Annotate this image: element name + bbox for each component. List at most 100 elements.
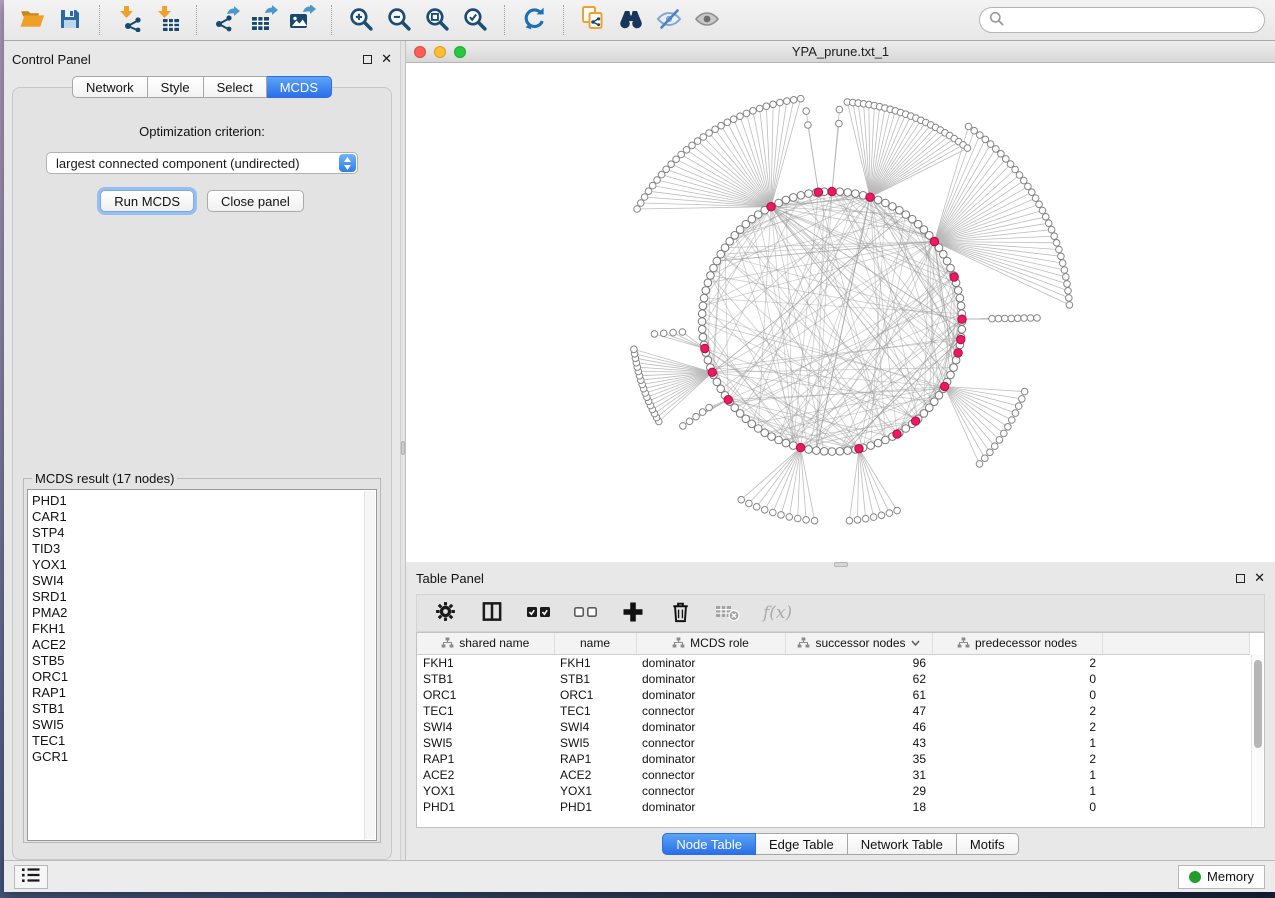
close-panel-button[interactable]: Close panel — [207, 190, 304, 212]
function-builder-button[interactable]: f(x) — [760, 599, 800, 627]
table-cell[interactable]: 1 — [932, 783, 1102, 799]
table-row[interactable]: PHD1PHD1dominator180 — [417, 799, 1250, 815]
table-cell[interactable]: SWI5 — [417, 735, 554, 751]
table-cell[interactable]: YOX1 — [554, 783, 636, 799]
list-item[interactable]: FKH1 — [32, 621, 362, 637]
list-item[interactable]: PHD1 — [32, 493, 362, 509]
list-item[interactable]: SRD1 — [32, 589, 362, 605]
add-column-button[interactable] — [619, 599, 647, 627]
float-panel-icon[interactable] — [363, 55, 372, 64]
table-cell[interactable]: FKH1 — [417, 654, 554, 671]
table-cell[interactable]: 0 — [932, 671, 1102, 687]
task-history-button[interactable] — [14, 865, 48, 889]
scrollbar-thumb[interactable] — [1254, 660, 1262, 748]
network-copy-button[interactable] — [575, 3, 611, 37]
table-scrollbar[interactable] — [1251, 655, 1263, 826]
table-cell[interactable]: connector — [636, 735, 785, 751]
table-cell[interactable]: dominator — [636, 687, 785, 703]
run-mcds-button[interactable]: Run MCDS — [100, 190, 194, 212]
table-row[interactable]: TEC1TEC1connector472 — [417, 703, 1250, 719]
tab-network-table[interactable]: Network Table — [848, 833, 957, 855]
search-neighbors-button[interactable] — [613, 3, 649, 37]
table-cell[interactable]: 47 — [785, 703, 932, 719]
zoom-out-button[interactable] — [381, 3, 417, 37]
zoom-selected-button[interactable] — [457, 3, 493, 37]
export-image-button[interactable] — [284, 3, 320, 37]
list-item[interactable]: SWI5 — [32, 717, 362, 733]
column-header-predecessor-nodes[interactable]: predecessor nodes — [932, 633, 1102, 654]
table-cell[interactable]: SWI4 — [554, 719, 636, 735]
table-cell[interactable]: 62 — [785, 671, 932, 687]
table-cell[interactable]: 46 — [785, 719, 932, 735]
table-cell[interactable]: 2 — [932, 703, 1102, 719]
table-cell[interactable]: connector — [636, 767, 785, 783]
table-row[interactable]: SWI5SWI5connector431 — [417, 735, 1250, 751]
table-cell[interactable]: 1 — [932, 735, 1102, 751]
table-cell[interactable]: ACE2 — [417, 767, 554, 783]
delete-table-button[interactable] — [713, 599, 741, 627]
tab-motifs[interactable]: Motifs — [957, 833, 1019, 855]
tab-node-table[interactable]: Node Table — [662, 833, 756, 855]
table-cell[interactable]: dominator — [636, 799, 785, 815]
table-cell[interactable]: ORC1 — [554, 687, 636, 703]
splitter-grip[interactable] — [401, 441, 405, 455]
list-item[interactable]: TID3 — [32, 541, 362, 557]
table-settings-button[interactable] — [431, 599, 459, 627]
list-item[interactable]: STB5 — [32, 653, 362, 669]
table-cell[interactable]: dominator — [636, 751, 785, 767]
table-cell[interactable]: FKH1 — [554, 654, 636, 671]
table-cell[interactable]: PHD1 — [554, 799, 636, 815]
show-column-button[interactable] — [478, 599, 506, 627]
float-panel-icon[interactable] — [1236, 574, 1245, 583]
criterion-select[interactable]: largest connected component (undirected) — [46, 152, 358, 174]
table-cell[interactable]: connector — [636, 783, 785, 799]
zoom-in-button[interactable] — [343, 3, 379, 37]
list-item[interactable]: SWI4 — [32, 573, 362, 589]
table-cell[interactable]: 35 — [785, 751, 932, 767]
column-header-name[interactable]: name — [554, 633, 636, 654]
list-item[interactable]: ORC1 — [32, 669, 362, 685]
table-row[interactable]: FKH1FKH1dominator962 — [417, 654, 1250, 671]
table-row[interactable]: STB1STB1dominator620 — [417, 671, 1250, 687]
open-file-button[interactable] — [14, 3, 50, 37]
list-item[interactable]: RAP1 — [32, 685, 362, 701]
maximize-window-icon[interactable] — [454, 46, 466, 58]
table-cell[interactable]: 2 — [932, 719, 1102, 735]
table-cell[interactable]: 96 — [785, 654, 932, 671]
tab-style[interactable]: Style — [148, 76, 204, 98]
list-item[interactable]: ACE2 — [32, 637, 362, 653]
close-window-icon[interactable] — [414, 46, 426, 58]
table-cell[interactable]: TEC1 — [417, 703, 554, 719]
search-input[interactable] — [1010, 13, 1255, 28]
table-cell[interactable]: 1 — [932, 767, 1102, 783]
table-row[interactable]: YOX1YOX1connector291 — [417, 783, 1250, 799]
table-row[interactable]: ACE2ACE2connector311 — [417, 767, 1250, 783]
table-cell[interactable]: dominator — [636, 671, 785, 687]
horizontal-splitter-grip[interactable] — [834, 562, 848, 567]
table-cell[interactable]: dominator — [636, 654, 785, 671]
table-cell[interactable]: 43 — [785, 735, 932, 751]
list-item[interactable]: STP4 — [32, 525, 362, 541]
table-cell[interactable]: 0 — [932, 799, 1102, 815]
table-cell[interactable]: 29 — [785, 783, 932, 799]
select-all-button[interactable] — [525, 599, 553, 627]
table-row[interactable]: RAP1RAP1dominator352 — [417, 751, 1250, 767]
column-header-shared-name[interactable]: shared name — [417, 633, 554, 654]
import-table-button[interactable] — [149, 3, 185, 37]
table-cell[interactable]: 61 — [785, 687, 932, 703]
table-cell[interactable]: YOX1 — [417, 783, 554, 799]
table-cell[interactable]: SWI5 — [554, 735, 636, 751]
list-item[interactable]: PMA2 — [32, 605, 362, 621]
table-cell[interactable]: SWI4 — [417, 719, 554, 735]
table-row[interactable]: ORC1ORC1dominator610 — [417, 687, 1250, 703]
export-network-button[interactable] — [208, 3, 244, 37]
table-row[interactable]: SWI4SWI4dominator462 — [417, 719, 1250, 735]
table-cell[interactable]: connector — [636, 703, 785, 719]
tab-edge-table[interactable]: Edge Table — [756, 833, 848, 855]
minimize-window-icon[interactable] — [434, 46, 446, 58]
column-header-successor-nodes[interactable]: successor nodes — [785, 633, 932, 654]
list-scrollbar[interactable] — [364, 491, 375, 839]
table-cell[interactable]: TEC1 — [554, 703, 636, 719]
show-all-button[interactable] — [689, 3, 725, 37]
list-item[interactable]: TEC1 — [32, 733, 362, 749]
